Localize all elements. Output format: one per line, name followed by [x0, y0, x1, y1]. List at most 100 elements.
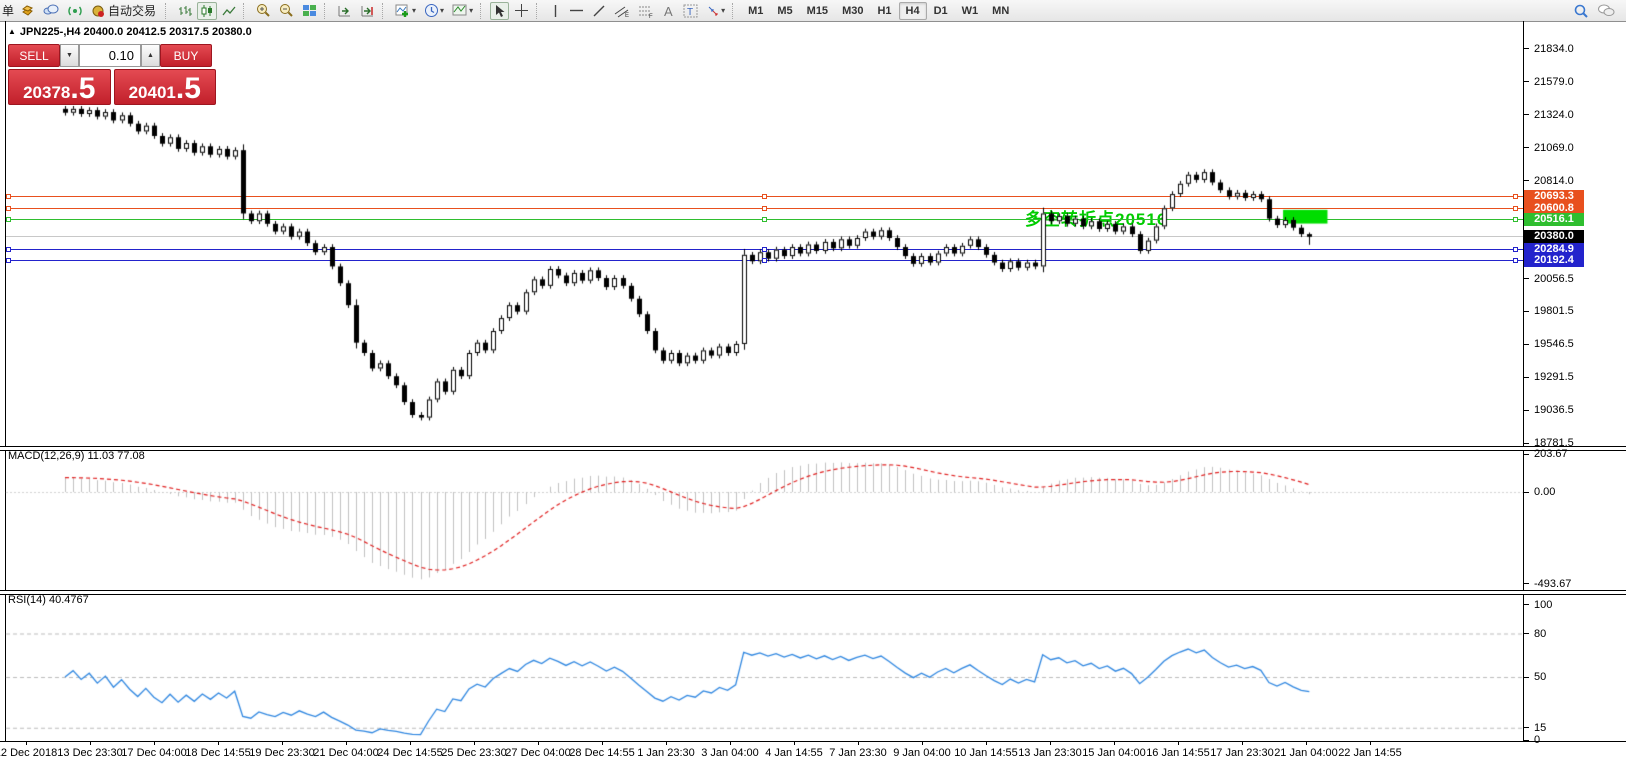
- new-order-button[interactable]: 单: [2, 2, 14, 19]
- timeframe-button-m1[interactable]: M1: [741, 2, 770, 20]
- svg-text:T: T: [687, 7, 693, 18]
- toolbar-separator: [480, 2, 486, 19]
- timeframe-button-m15[interactable]: M15: [800, 2, 835, 20]
- line-handle[interactable]: [1513, 216, 1518, 222]
- line-chart-button[interactable]: [219, 2, 239, 20]
- auto-scroll-button[interactable]: [334, 2, 355, 20]
- rsi-label: RSI(14) 40.4767: [8, 594, 89, 606]
- text-button[interactable]: A: [659, 2, 678, 20]
- line-handle[interactable]: [1513, 258, 1518, 264]
- lot-decrease-button[interactable]: ▼: [60, 44, 79, 67]
- line-handle[interactable]: [762, 258, 767, 264]
- equidistant-channel-button[interactable]: E: [611, 2, 633, 20]
- line-handle[interactable]: [6, 205, 11, 211]
- sell-price: 20378: [23, 83, 71, 102]
- macd-label: MACD(12,26,9) 11.03 77.08: [8, 450, 145, 462]
- fibonacci-button[interactable]: F: [635, 2, 657, 20]
- crosshair-button[interactable]: [511, 2, 532, 20]
- timeframe-button-m5[interactable]: M5: [770, 2, 799, 20]
- gold-bars-icon[interactable]: [17, 2, 38, 20]
- rsi-axis-tick-label: 0: [1534, 734, 1541, 746]
- timeframe-button-mn[interactable]: MN: [985, 2, 1016, 20]
- price-axis-tick-label: 21834.0: [1534, 42, 1574, 55]
- templates-button[interactable]: ▾: [449, 2, 476, 20]
- line-handle[interactable]: [1513, 246, 1518, 252]
- sell-price-box[interactable]: 20378.5: [8, 69, 111, 105]
- sell-button[interactable]: SELL: [8, 44, 60, 67]
- buy-price-box[interactable]: 20401.5: [113, 69, 216, 105]
- price-axis-tick: [1523, 278, 1529, 280]
- time-axis-label: 17 Jan 23:30: [1210, 747, 1274, 759]
- time-axis-label: 22 Jan 14:55: [1338, 747, 1402, 759]
- time-axis-label: 28 Dec 14:55: [569, 747, 635, 759]
- signal-icon[interactable]: [64, 2, 86, 20]
- line-handle[interactable]: [6, 258, 11, 264]
- text-label-button[interactable]: T: [680, 2, 701, 20]
- zoom-out-button[interactable]: [276, 2, 297, 20]
- chat-icon[interactable]: [1594, 2, 1618, 20]
- price-axis-tick-label: 21579.0: [1534, 75, 1574, 88]
- svg-text:E: E: [625, 13, 629, 18]
- rsi-axis-tick-label: 100: [1534, 598, 1553, 611]
- line-handle[interactable]: [762, 205, 767, 211]
- cursor-button[interactable]: [490, 1, 510, 20]
- autotrading-button[interactable]: 自动交易: [88, 2, 161, 20]
- timeframe-button-m30[interactable]: M30: [835, 2, 870, 20]
- indicators-button[interactable]: ▾: [392, 2, 419, 20]
- trendline-button[interactable]: [589, 2, 609, 20]
- timeframe-button-w1[interactable]: W1: [955, 2, 986, 20]
- price-axis-tick: [1523, 114, 1529, 116]
- price-axis-tick: [1523, 310, 1529, 312]
- time-axis-label: 25 Dec 23:30: [441, 747, 507, 759]
- line-handle[interactable]: [762, 216, 767, 222]
- chart-canvas[interactable]: [5, 21, 1523, 742]
- rsi-axis-tick: [1523, 633, 1529, 634]
- line-handle[interactable]: [6, 193, 11, 199]
- top-toolbar: 单 自动交易 ▾ ▾ ▾ E F A T ▾ M1 M5 M15 M30 H1 …: [0, 0, 1626, 22]
- line-handle[interactable]: [6, 216, 11, 222]
- toolbar-separator: [536, 2, 542, 19]
- periods-button[interactable]: ▾: [421, 2, 447, 20]
- time-axis-tick: [1178, 741, 1179, 745]
- rsi-axis-tick: [1523, 727, 1529, 729]
- rsi-axis-tick-label: 15: [1534, 721, 1547, 734]
- one-click-toggle-icon[interactable]: ▲: [8, 27, 16, 36]
- time-axis-label: 12 Dec 2018: [0, 747, 58, 759]
- lot-input[interactable]: [79, 44, 141, 67]
- candlestick-chart-button[interactable]: [197, 1, 218, 20]
- vertical-line-button[interactable]: [546, 2, 564, 20]
- timeframe-button-h4[interactable]: H4: [898, 1, 927, 20]
- time-axis-tick: [1306, 741, 1307, 745]
- time-axis-label: 18 Dec 14:55: [185, 747, 251, 759]
- chart-shift-button[interactable]: [357, 2, 378, 20]
- zoom-in-button[interactable]: [253, 2, 274, 20]
- arrows-button[interactable]: ▾: [703, 2, 728, 20]
- line-handle[interactable]: [6, 246, 11, 252]
- macd-axis-tick: [1523, 583, 1529, 585]
- horizontal-line-button[interactable]: [566, 2, 587, 20]
- search-icon[interactable]: [1570, 2, 1592, 20]
- time-axis-tick: [1050, 741, 1051, 745]
- rsi-axis-tick: [1523, 676, 1529, 678]
- timeframe-button-h1[interactable]: H1: [870, 2, 898, 20]
- buy-button[interactable]: BUY: [160, 44, 212, 67]
- price-axis-tick-label: 20814.0: [1534, 174, 1574, 187]
- line-handle[interactable]: [1513, 205, 1518, 211]
- line-handle[interactable]: [762, 193, 767, 199]
- price-axis-tick: [1523, 409, 1529, 411]
- price-axis-tick: [1523, 343, 1529, 345]
- chart-title: ▲ JPN225-,H4 20400.0 20412.5 20317.5 2038…: [8, 26, 252, 38]
- macd-axis-tick: [1523, 453, 1529, 455]
- lot-increase-button[interactable]: ▲: [141, 44, 160, 67]
- timeframe-button-d1[interactable]: D1: [927, 2, 955, 20]
- line-handle[interactable]: [1513, 193, 1518, 199]
- time-axis-label: 13 Dec 23:30: [57, 747, 123, 759]
- line-handle[interactable]: [762, 246, 767, 252]
- bar-chart-button[interactable]: [175, 2, 195, 20]
- time-axis-label: 21 Dec 04:00: [313, 747, 379, 759]
- tile-windows-button[interactable]: [299, 2, 320, 20]
- macd-axis-tick-label: -493.67: [1534, 577, 1572, 590]
- time-axis-tick: [410, 741, 411, 745]
- price-axis-tick-label: 19291.5: [1534, 371, 1574, 384]
- print-preview-icon[interactable]: [40, 2, 62, 20]
